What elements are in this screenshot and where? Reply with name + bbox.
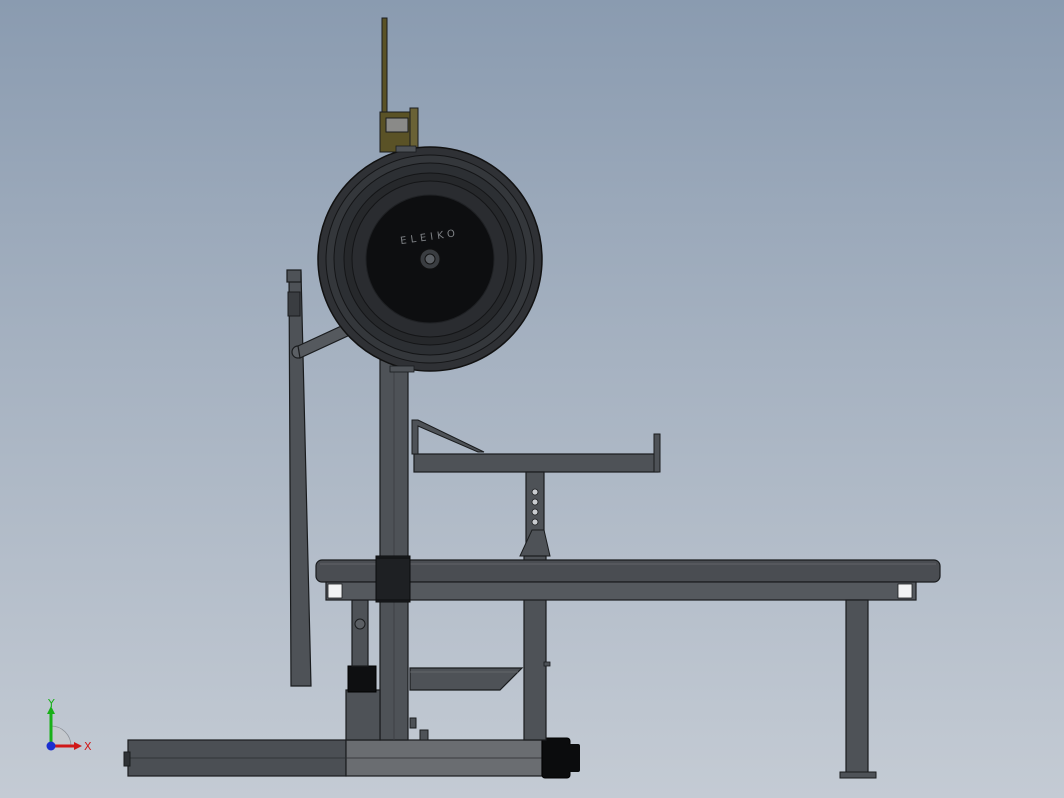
base-bolt	[409, 717, 429, 741]
base-end-cap	[541, 737, 580, 779]
y-axis-label: Y	[47, 698, 55, 710]
x-axis-label: X	[84, 740, 92, 753]
z-axis-dot-icon	[46, 741, 56, 751]
main-upright	[345, 359, 411, 741]
bench-front-leg	[839, 599, 877, 779]
coordinate-triad: X Y	[46, 698, 92, 753]
bench-rear-post	[351, 599, 369, 667]
adjustable-upright	[519, 471, 551, 741]
base-beam	[123, 739, 543, 777]
cad-viewport[interactable]: ELEIKO X Y	[0, 0, 1064, 798]
x-axis-arrow-icon	[74, 742, 82, 750]
bar-hook	[379, 17, 419, 153]
spotter-arm	[286, 269, 353, 687]
weight-plate	[317, 145, 543, 373]
bench-press-model[interactable]: ELEIKO	[0, 0, 1064, 798]
bench-pad	[315, 557, 941, 601]
rack-tray	[411, 419, 661, 473]
